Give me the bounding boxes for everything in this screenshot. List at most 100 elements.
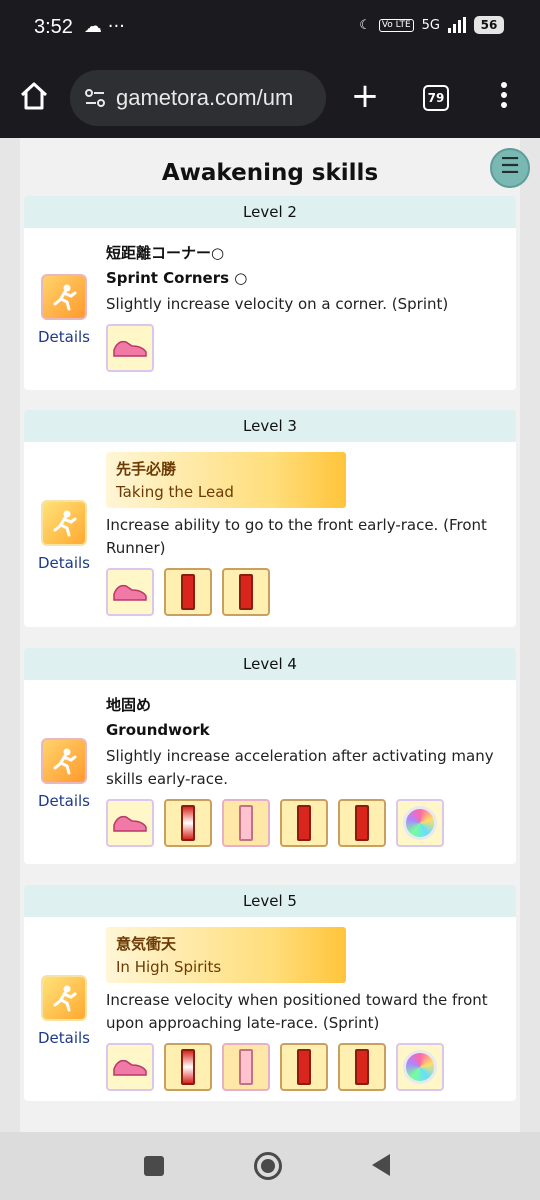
notification-icons: ☁ ··· [84, 16, 125, 37]
scroll-icon [355, 1049, 369, 1085]
material-gem[interactable] [396, 799, 444, 847]
material-shoe[interactable] [106, 568, 154, 616]
material-red-scroll[interactable] [222, 568, 270, 616]
level-block: Level 2 Details 短距離コーナー○ Sprint Corners … [24, 196, 516, 390]
level-header: Level 4 [24, 648, 516, 680]
material-list [106, 1043, 506, 1091]
material-shoe[interactable] [106, 1043, 154, 1091]
gold-skill-banner: 先手必勝 Taking the Lead [106, 452, 346, 508]
table-of-contents-button[interactable]: ☰ [490, 148, 530, 188]
skill-name-en: Groundwork [106, 721, 210, 739]
level-block: Level 4 Details 地固め Groundwork Slightly … [24, 648, 516, 864]
new-tab-icon[interactable]: + [350, 78, 380, 114]
back-icon[interactable] [372, 1154, 390, 1176]
scroll-icon [297, 805, 311, 841]
skill-name-en: In High Spirits [116, 958, 222, 976]
material-red-scroll[interactable] [280, 799, 328, 847]
skill-card: Details 地固め Groundwork Slightly increase… [24, 680, 516, 864]
tab-switcher-button[interactable]: 79 [423, 85, 449, 111]
skill-name-jp: 短距離コーナー○ [106, 244, 225, 262]
recent-apps-icon[interactable] [144, 1156, 164, 1176]
url-text: gametora.com/um [116, 85, 294, 110]
level-header: Level 2 [24, 196, 516, 228]
details-link[interactable]: Details [34, 792, 94, 810]
skill-body: 地固め Groundwork Slightly increase acceler… [106, 694, 506, 847]
material-red-scroll[interactable] [338, 799, 386, 847]
skill-name-en: Sprint Corners ○ [106, 269, 248, 287]
level-block: Level 3 Details 先手必勝 Taking the Lead Inc… [24, 410, 516, 627]
skill-icon [41, 738, 87, 784]
gem-icon [403, 806, 437, 840]
scroll-icon [239, 574, 253, 610]
material-shoe[interactable] [106, 324, 154, 372]
skill-icon-wrap: Details [34, 975, 94, 1047]
material-list [106, 568, 506, 616]
signal-icon [448, 17, 466, 33]
skill-description: Increase velocity when positioned toward… [106, 991, 488, 1032]
site-settings-icon[interactable] [84, 87, 106, 109]
details-link[interactable]: Details [34, 328, 94, 346]
skill-card: Details 短距離コーナー○ Sprint Corners ○ Slight… [24, 228, 516, 390]
scroll-icon [181, 574, 195, 610]
material-red-scroll[interactable] [338, 1043, 386, 1091]
volte-icon: Vo LTE [378, 18, 414, 32]
scroll-icon [355, 805, 369, 841]
runner-icon [53, 510, 77, 537]
status-bar: 3:52 ☁ ··· ☾ Vo LTE 5G 56 [0, 0, 540, 58]
skill-card: Details 意気衝天 In High Spirits Increase ve… [24, 917, 516, 1101]
page-content: Awakening skills Level 2 Details 短距離コーナー… [20, 138, 520, 1132]
material-red-white-scroll[interactable] [164, 799, 212, 847]
shoe-icon [113, 1059, 147, 1076]
scroll-icon [239, 805, 253, 841]
page-title: Awakening skills [161, 160, 379, 186]
status-time: 3:52 [34, 16, 73, 38]
skill-name-jp: 先手必勝 [116, 460, 177, 478]
system-nav-bar [0, 1132, 540, 1200]
level-block: Level 5 Details 意気衝天 In High Spirits Inc… [24, 885, 516, 1101]
material-pink-scroll[interactable] [222, 1043, 270, 1091]
material-pink-scroll[interactable] [222, 799, 270, 847]
url-bar[interactable]: gametora.com/um [70, 70, 326, 126]
skill-body: 短距離コーナー○ Sprint Corners ○ Slightly incre… [106, 242, 506, 372]
scroll-icon [181, 805, 195, 841]
skill-name-en: Taking the Lead [116, 483, 234, 501]
level-header: Level 5 [24, 885, 516, 917]
shoe-icon [113, 584, 147, 601]
runner-icon [53, 985, 77, 1012]
skill-description: Increase ability to go to the front earl… [106, 516, 487, 557]
home-nav-icon[interactable] [254, 1152, 282, 1180]
skill-body: 先手必勝 Taking the Lead Increase ability to… [106, 452, 506, 616]
material-gem[interactable] [396, 1043, 444, 1091]
scroll-icon [181, 1049, 195, 1085]
skill-body: 意気衝天 In High Spirits Increase velocity w… [106, 927, 506, 1091]
skill-name-jp: 地固め [106, 696, 152, 714]
details-link[interactable]: Details [34, 1029, 94, 1047]
scroll-icon [297, 1049, 311, 1085]
skill-icon-wrap: Details [34, 274, 94, 346]
material-shoe[interactable] [106, 799, 154, 847]
material-red-scroll[interactable] [164, 568, 212, 616]
skill-icon [41, 274, 87, 320]
web-page: Awakening skills Level 2 Details 短距離コーナー… [0, 138, 540, 1132]
more-menu-icon[interactable] [498, 82, 510, 112]
runner-icon [53, 284, 77, 311]
network-label: 5G [421, 17, 440, 33]
battery-icon: 56 [474, 16, 504, 34]
scroll-icon [239, 1049, 253, 1085]
skill-icon [41, 500, 87, 546]
shoe-icon [113, 815, 147, 832]
gem-icon [403, 1050, 437, 1084]
skill-description: Slightly increase velocity on a corner. … [106, 295, 449, 313]
browser-toolbar: gametora.com/um + 79 [0, 58, 540, 138]
level-header: Level 3 [24, 410, 516, 442]
material-list [106, 799, 506, 847]
runner-icon [53, 748, 77, 775]
skill-icon-wrap: Details [34, 738, 94, 810]
home-icon[interactable] [18, 80, 50, 112]
material-red-white-scroll[interactable] [164, 1043, 212, 1091]
material-list [106, 324, 506, 372]
skill-description: Slightly increase acceleration after act… [106, 747, 494, 788]
details-link[interactable]: Details [34, 554, 94, 572]
material-red-scroll[interactable] [280, 1043, 328, 1091]
skill-card: Details 先手必勝 Taking the Lead Increase ab… [24, 442, 516, 627]
